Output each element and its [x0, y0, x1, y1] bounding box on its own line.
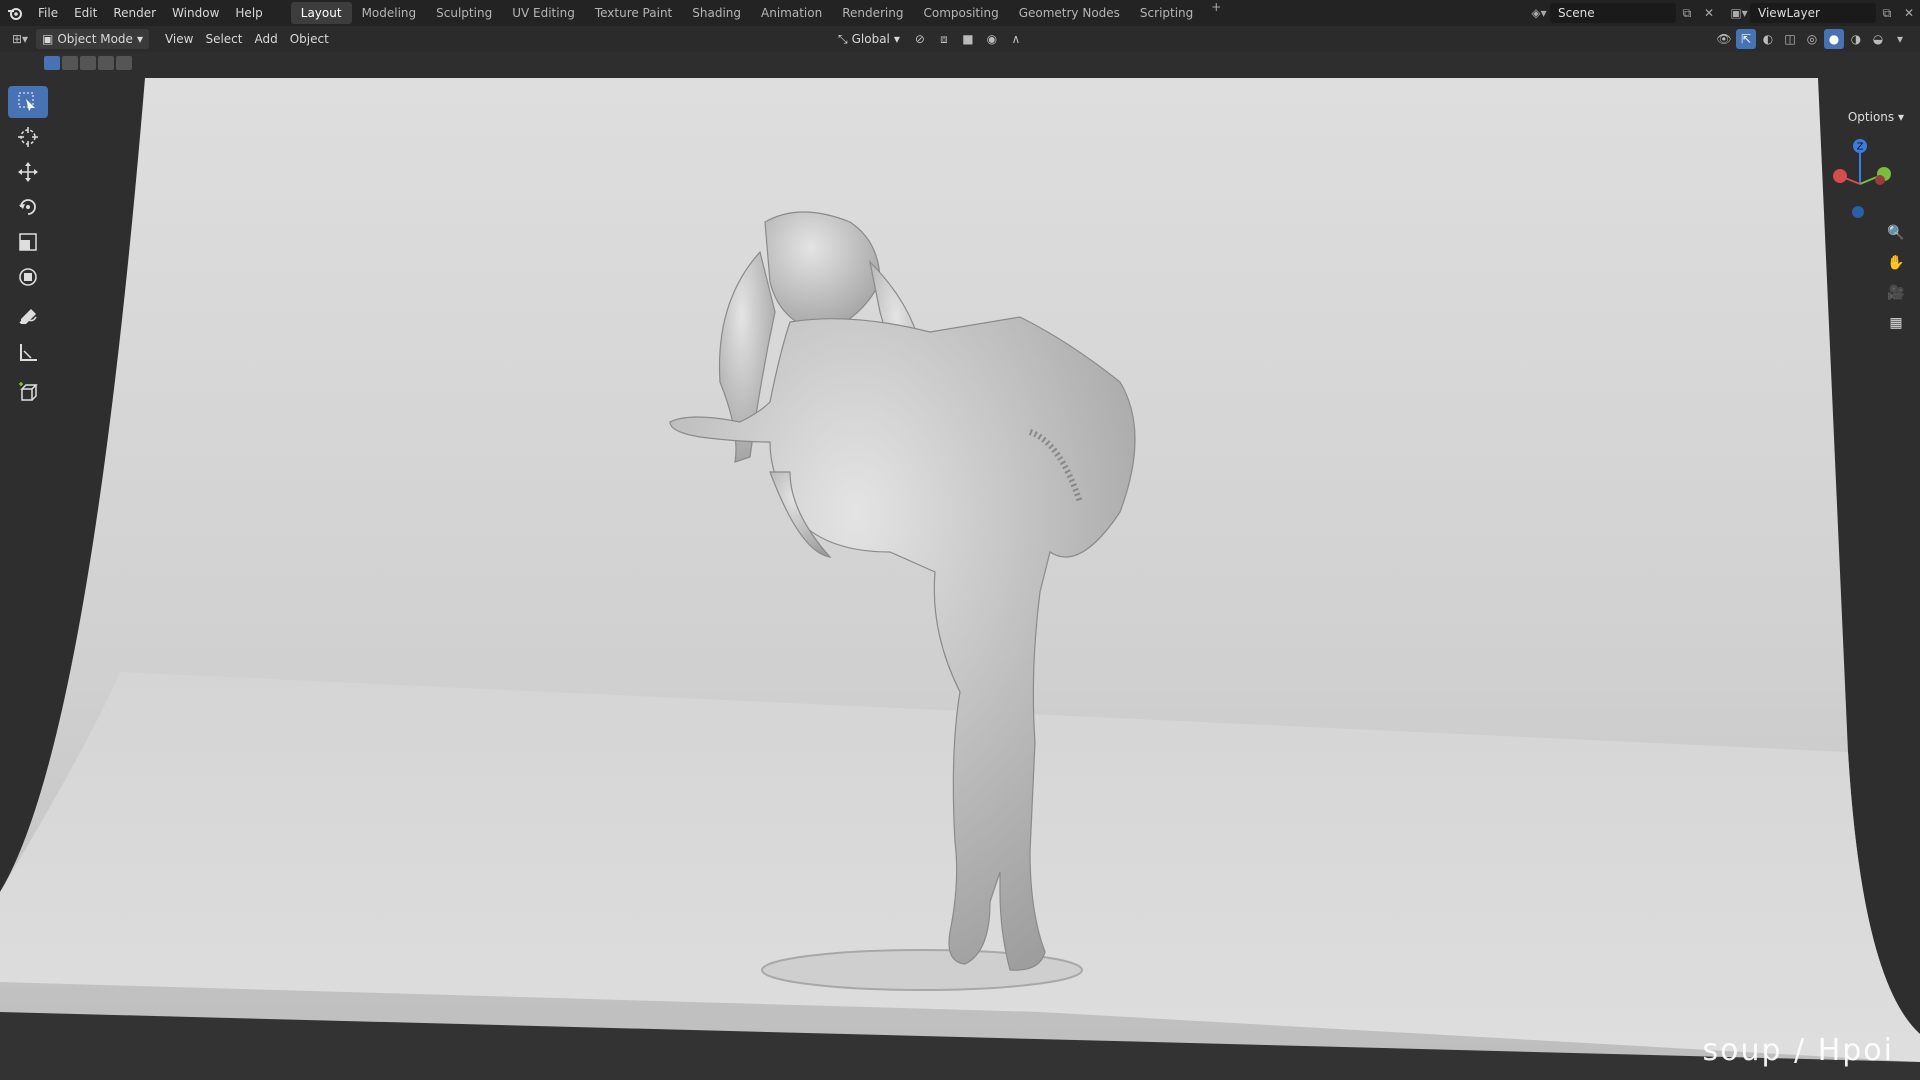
top-bar: File Edit Render Window Help Layout Mode…	[0, 0, 1920, 26]
tab-shading[interactable]: Shading	[682, 2, 751, 24]
scale-tool-icon[interactable]	[8, 226, 48, 258]
camera-view-icon[interactable]: 🎥	[1884, 282, 1908, 304]
tab-scripting[interactable]: Scripting	[1130, 2, 1203, 24]
material-shading-icon[interactable]: ◑	[1846, 29, 1866, 49]
header-menu-object[interactable]: Object	[284, 29, 335, 49]
proportional-edit-icon[interactable]: ◉	[982, 29, 1002, 49]
menu-edit[interactable]: Edit	[66, 0, 105, 26]
snap-icon[interactable]: ⧈	[934, 29, 954, 49]
tab-layout[interactable]: Layout	[290, 2, 352, 24]
header-menu-add[interactable]: Add	[248, 29, 283, 49]
transform-tools: ⤡ Global ▾ ⊘ ⧈ ■ ◉ ∧	[832, 29, 1026, 49]
zoom-icon[interactable]: 🔍	[1884, 222, 1908, 244]
options-label: Options	[1847, 110, 1895, 124]
pan-hand-icon[interactable]: ✋	[1884, 252, 1908, 274]
tab-texture-paint[interactable]: Texture Paint	[585, 2, 682, 24]
menu-file[interactable]: File	[30, 0, 66, 26]
new-viewlayer-icon[interactable]: ⧉	[1876, 3, 1898, 23]
scene-name-field[interactable]: Scene	[1550, 3, 1676, 23]
rotate-tool-icon[interactable]	[8, 191, 48, 223]
select-box-tool-icon[interactable]	[8, 86, 48, 118]
delete-viewlayer-icon[interactable]: ✕	[1898, 3, 1920, 23]
measure-tool-icon[interactable]	[8, 336, 48, 368]
pivot-icon[interactable]: ⊘	[910, 29, 930, 49]
chevron-down-icon: ▾	[893, 32, 900, 46]
select-intersect-icon[interactable]	[116, 56, 132, 70]
select-extend-icon[interactable]	[62, 56, 78, 70]
solid-shading-icon[interactable]: ●	[1824, 29, 1844, 49]
navigation-gizmo[interactable]: Z	[1822, 136, 1902, 226]
blender-logo-icon[interactable]	[0, 0, 30, 26]
menu-window[interactable]: Window	[164, 0, 227, 26]
select-subtract-icon[interactable]	[80, 56, 96, 70]
add-cube-tool-icon[interactable]	[8, 376, 48, 408]
gizmo-z-label: Z	[1857, 142, 1864, 153]
mode-label: Object Mode	[57, 32, 133, 46]
snap-target-icon[interactable]: ■	[958, 29, 978, 49]
transform-tool-icon[interactable]	[8, 261, 48, 293]
orientation-icon: ⤡	[838, 32, 848, 46]
select-invert-icon[interactable]	[98, 56, 114, 70]
gizmo-toggle-icon[interactable]: ⇱	[1736, 29, 1756, 49]
falloff-icon[interactable]: ∧	[1006, 29, 1026, 49]
annotate-tool-icon[interactable]	[8, 301, 48, 333]
wireframe-shading-icon[interactable]: ◎	[1802, 29, 1822, 49]
xray-icon[interactable]: ◫	[1780, 29, 1800, 49]
workspace-tabs: Layout Modeling Sculpting UV Editing Tex…	[290, 0, 1230, 26]
orientation-label: Global	[851, 32, 890, 46]
viewlayer-browse-icon[interactable]: ▣▾	[1728, 3, 1750, 23]
overlay-icon[interactable]: ◐	[1758, 29, 1778, 49]
scene-render	[0, 78, 1920, 1080]
shading-options-icon[interactable]: ▾	[1890, 29, 1910, 49]
chevron-down-icon: ▾	[136, 32, 143, 46]
add-workspace-icon[interactable]: +	[1203, 0, 1229, 26]
object-mode-icon: ▣	[42, 32, 54, 46]
main-menu: File Edit Render Window Help	[30, 0, 271, 26]
menu-help[interactable]: Help	[227, 0, 270, 26]
navigation-controls: 🔍 ✋ 🎥 ▦	[1884, 222, 1908, 334]
rendered-shading-icon[interactable]: ◒	[1868, 29, 1888, 49]
viewport-header: ⊞▾ ▣ Object Mode ▾ View Select Add Objec…	[0, 26, 1920, 52]
scene-selector-area: ◈▾ Scene ⧉ ✕ ▣▾ ViewLayer ⧉ ✕	[1528, 2, 1920, 24]
selection-mode-buttons	[44, 56, 132, 70]
tab-modeling[interactable]: Modeling	[352, 2, 427, 24]
tab-uv-editing[interactable]: UV Editing	[502, 2, 585, 24]
orientation-dropdown[interactable]: ⤡ Global ▾	[832, 29, 906, 49]
watermark-text: soup / Hpoi	[1702, 1033, 1894, 1068]
gizmo-x-axis[interactable]	[1833, 169, 1847, 183]
scene-browse-icon[interactable]: ◈▾	[1528, 3, 1550, 23]
viewlayer-name-field[interactable]: ViewLayer	[1750, 3, 1876, 23]
visibility-icon[interactable]: 👁	[1714, 29, 1734, 49]
header-menu-select[interactable]: Select	[199, 29, 248, 49]
3d-viewport[interactable]: Options ▾ Z 🔍 ✋ 🎥 ▦ soup / Hpoi	[0, 52, 1920, 1080]
options-dropdown[interactable]: Options ▾	[1841, 108, 1910, 126]
new-scene-icon[interactable]: ⧉	[1676, 3, 1698, 23]
select-new-icon[interactable]	[44, 56, 60, 70]
tab-compositing[interactable]: Compositing	[913, 2, 1008, 24]
mode-dropdown[interactable]: ▣ Object Mode ▾	[36, 29, 149, 49]
header-menu-view[interactable]: View	[159, 29, 199, 49]
editor-type-icon[interactable]: ⊞▾	[10, 29, 30, 49]
delete-scene-icon[interactable]: ✕	[1698, 3, 1720, 23]
grid-view-icon[interactable]: ▦	[1884, 312, 1908, 334]
tab-animation[interactable]: Animation	[751, 2, 832, 24]
menu-render[interactable]: Render	[105, 0, 164, 26]
tab-sculpting[interactable]: Sculpting	[426, 2, 502, 24]
tab-geometry-nodes[interactable]: Geometry Nodes	[1009, 2, 1130, 24]
cursor-tool-icon[interactable]	[8, 121, 48, 153]
viewport-shading-tools: 👁 ⇱ ◐ ◫ ◎ ● ◑ ◒ ▾	[1714, 29, 1910, 49]
tab-rendering[interactable]: Rendering	[832, 2, 913, 24]
tool-shelf	[8, 86, 48, 411]
move-tool-icon[interactable]	[8, 156, 48, 188]
